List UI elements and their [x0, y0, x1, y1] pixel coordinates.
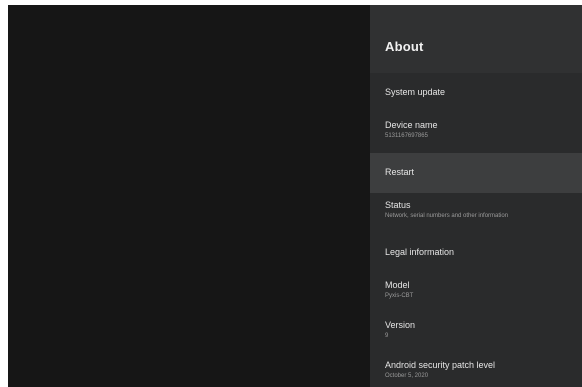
- background-area: [8, 5, 370, 387]
- panel-header: About: [370, 5, 582, 73]
- menu-item-description: Network, serial numbers and other inform…: [385, 213, 509, 219]
- menu-item-legal-information[interactable]: Legal information: [370, 233, 582, 273]
- about-menu: System update Device name 5131167697865 …: [370, 73, 582, 387]
- menu-item-label: Device name: [385, 120, 438, 130]
- panel-title: About: [385, 39, 424, 54]
- menu-item-label: Model: [385, 280, 410, 290]
- menu-item-label: Legal information: [385, 247, 455, 257]
- tv-screen: About System update Device name 51311676…: [8, 5, 582, 387]
- menu-item-label: Restart: [385, 167, 415, 177]
- settings-panel: About System update Device name 51311676…: [370, 5, 582, 387]
- menu-item-version[interactable]: Version 9: [370, 313, 582, 353]
- menu-item-model[interactable]: Model Pyxis-CBT: [370, 273, 582, 313]
- menu-item-system-update[interactable]: System update: [370, 73, 582, 113]
- menu-item-restart[interactable]: Restart: [370, 153, 582, 193]
- menu-item-label: Android security patch level: [385, 360, 496, 370]
- menu-item-status[interactable]: Status Network, serial numbers and other…: [370, 193, 582, 233]
- menu-item-device-name[interactable]: Device name 5131167697865: [370, 113, 582, 153]
- menu-item-value: October 5, 2020: [385, 373, 429, 379]
- menu-item-security-patch-level[interactable]: Android security patch level October 5, …: [370, 353, 582, 387]
- menu-item-value: 5131167697865: [385, 133, 428, 139]
- menu-item-label: System update: [385, 87, 446, 97]
- menu-item-value: Pyxis-CBT: [385, 293, 414, 299]
- menu-item-value: 9: [385, 333, 389, 339]
- menu-item-label: Status: [385, 200, 411, 210]
- menu-item-label: Version: [385, 320, 416, 330]
